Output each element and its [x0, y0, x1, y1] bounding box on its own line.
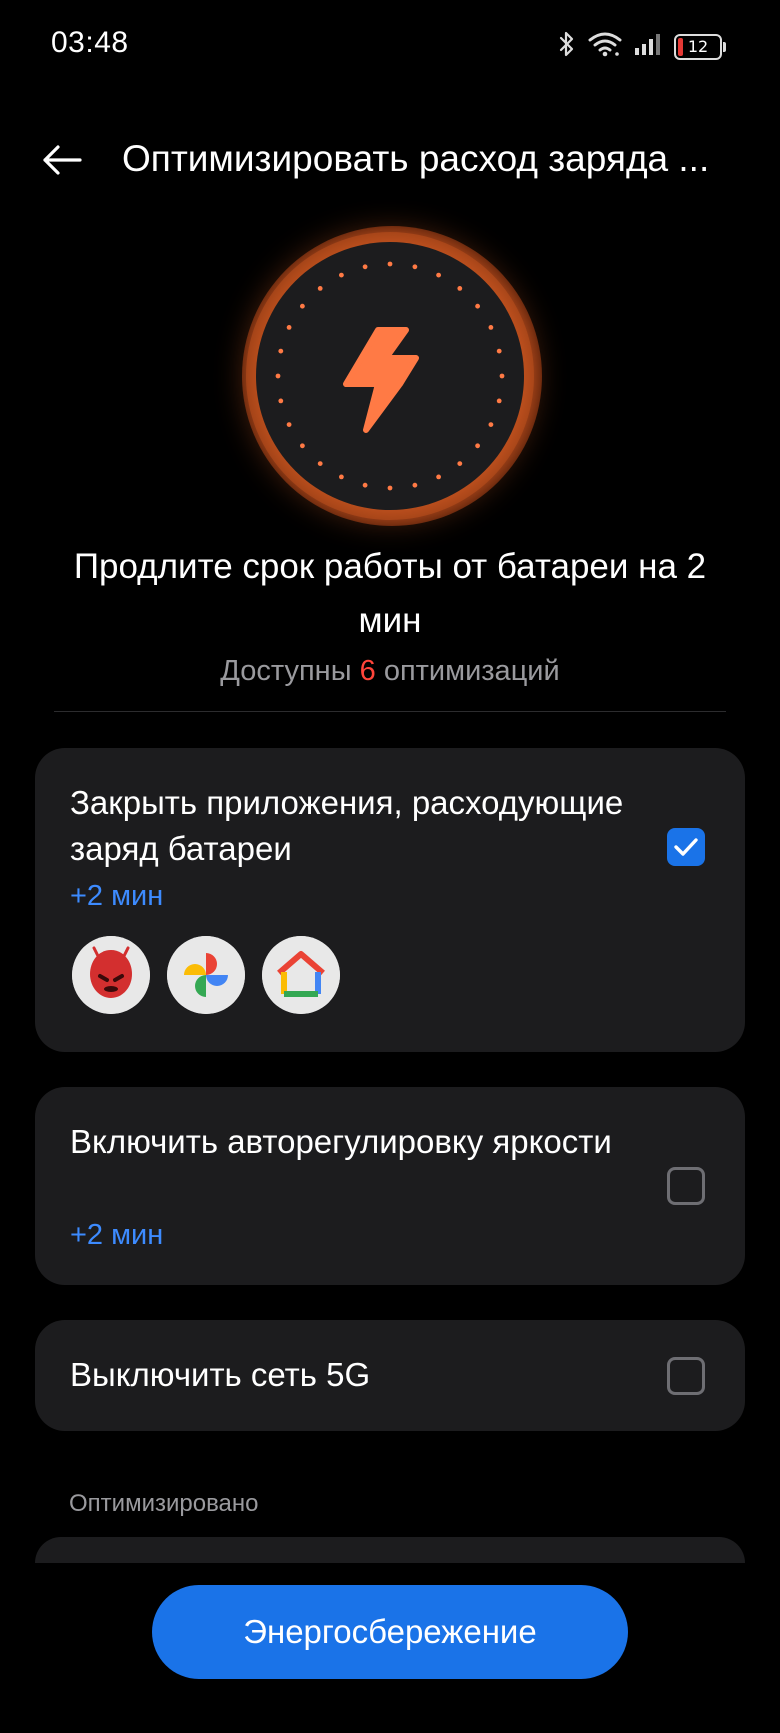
option-disable-5g[interactable]: Выключить сеть 5G — [35, 1320, 745, 1431]
arrow-left-icon — [43, 145, 82, 175]
ring-dot — [387, 261, 393, 267]
ring-dot — [300, 443, 305, 449]
hero-graphic — [275, 261, 505, 491]
ring-dot — [278, 348, 284, 354]
option-title: Выключить сеть 5G — [70, 1356, 371, 1393]
signal-icon — [634, 32, 662, 61]
google-photos-app-icon — [167, 936, 245, 1014]
ring-dot — [278, 398, 284, 404]
ring-dot — [339, 272, 344, 278]
ring-dot — [387, 485, 393, 491]
available-prefix: Доступны — [220, 655, 352, 687]
app-icon-list — [72, 936, 340, 1014]
option-checkbox-disable-5g[interactable] — [667, 1357, 705, 1395]
ring-dot — [286, 325, 292, 330]
ring-dot — [496, 348, 502, 354]
option-gain: +2 мин — [70, 880, 164, 912]
ring-dot — [412, 264, 418, 270]
wifi-icon — [588, 31, 622, 62]
ring-dot — [412, 482, 418, 488]
optimized-section-label: Оптимизировано — [69, 1490, 259, 1517]
option-close-apps[interactable]: Закрыть приложения, расходующие заряд ба… — [35, 748, 745, 1052]
ring-dot — [286, 422, 292, 427]
ring-dot — [488, 422, 494, 427]
google-home-app-icon — [262, 936, 340, 1014]
power-saving-button[interactable]: Энергосбережение — [152, 1585, 628, 1679]
back-button[interactable] — [30, 130, 94, 190]
ring-dot — [475, 303, 480, 309]
ring-dot — [475, 443, 480, 449]
antutu-app-icon — [72, 936, 150, 1014]
option-gain: +2 мин — [70, 1219, 164, 1251]
bluetooth-icon — [558, 30, 576, 63]
option-title: Закрыть приложения, расходующие заряд ба… — [70, 784, 624, 867]
option-title: Включить авторегулировку яркости — [70, 1123, 612, 1160]
ring-dot — [436, 272, 441, 278]
page-title: Оптимизировать расход заряда ... — [122, 138, 710, 179]
ring-dot — [300, 303, 305, 309]
ring-dot — [457, 461, 463, 466]
option-checkbox-auto-brightness[interactable] — [667, 1167, 705, 1205]
ring-dot — [317, 461, 323, 466]
ring-dot — [457, 286, 463, 291]
divider — [54, 711, 726, 712]
status-bar: 03:48 12 — [0, 0, 780, 92]
option-checkbox-close-apps[interactable] — [667, 828, 705, 866]
ring-dot — [499, 373, 505, 379]
available-count: 6 — [359, 655, 376, 687]
optimized-card — [35, 1537, 745, 1563]
ring-dot — [362, 482, 368, 488]
battery-fill — [678, 37, 683, 56]
battery-level: 12 — [687, 37, 709, 56]
app-header: Оптимизировать расход заряда ... — [0, 120, 780, 200]
ring-dot — [436, 474, 441, 480]
option-auto-brightness[interactable]: Включить авторегулировку яркости +2 мин — [35, 1087, 745, 1285]
battery-icon: 12 — [674, 33, 726, 60]
available-suffix: оптимизаций — [383, 655, 560, 687]
status-time: 03:48 — [51, 26, 129, 59]
available-optimizations: Доступны 6 оптимизаций — [40, 655, 740, 688]
check-icon — [674, 838, 698, 856]
status-icons: 12 — [558, 30, 726, 63]
ring-dot — [362, 264, 368, 270]
ring-dot — [488, 325, 494, 330]
ring-dot — [317, 286, 323, 291]
bottom-bar: Энергосбережение — [0, 1563, 780, 1733]
ring-dot — [496, 398, 502, 404]
ring-dot — [275, 373, 281, 379]
battery-illustration — [230, 218, 550, 538]
lightning-bolt-icon — [343, 327, 419, 433]
savings-headline: Продлите срок работы от батареи на 2 мин — [73, 547, 707, 640]
ring-dot — [339, 474, 344, 480]
